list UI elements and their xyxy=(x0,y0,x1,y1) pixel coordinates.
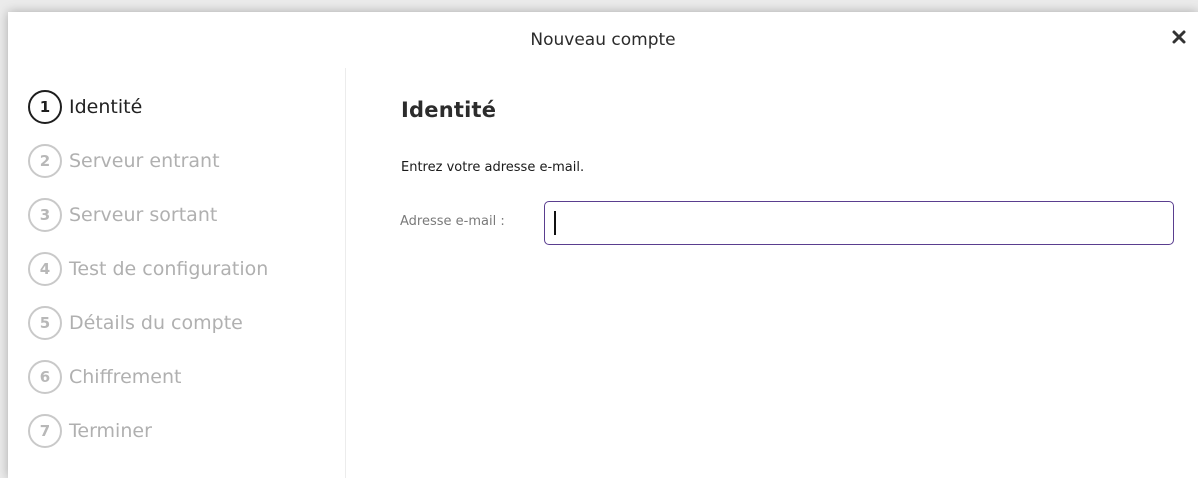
step-identite[interactable]: 1 Identité xyxy=(28,87,142,127)
text-caret xyxy=(554,211,556,235)
step-label: Détails du compte xyxy=(69,312,243,334)
instruction-text: Entrez votre adresse e-mail. xyxy=(401,160,585,175)
email-input[interactable] xyxy=(544,201,1174,245)
step-number-badge: 2 xyxy=(28,144,62,178)
identity-panel: Identité Entrez votre adresse e-mail. Ad… xyxy=(346,68,1198,478)
step-label: Terminer xyxy=(69,420,152,442)
step-chiffrement[interactable]: 6 Chiffrement xyxy=(28,357,181,397)
step-label: Serveur entrant xyxy=(69,150,220,172)
step-terminer[interactable]: 7 Terminer xyxy=(28,411,152,451)
step-number-badge: 7 xyxy=(28,414,62,448)
close-button[interactable] xyxy=(1166,24,1192,50)
step-number-badge: 3 xyxy=(28,198,62,232)
step-number-badge: 6 xyxy=(28,360,62,394)
step-serveur-entrant[interactable]: 2 Serveur entrant xyxy=(28,141,220,181)
step-number-badge: 4 xyxy=(28,252,62,286)
step-number-badge: 1 xyxy=(28,90,62,124)
page-title: Identité xyxy=(401,98,497,122)
close-icon xyxy=(1172,30,1186,44)
steps-sidebar: 1 Identité 2 Serveur entrant 3 Serveur s… xyxy=(8,68,346,478)
step-number-badge: 5 xyxy=(28,306,62,340)
step-test-configuration[interactable]: 4 Test de configuration xyxy=(28,249,268,289)
step-serveur-sortant[interactable]: 3 Serveur sortant xyxy=(28,195,217,235)
new-account-dialog: Nouveau compte 1 Identité 2 Serveur entr… xyxy=(8,12,1198,478)
step-label: Test de configuration xyxy=(69,258,269,280)
step-details-compte[interactable]: 5 Détails du compte xyxy=(28,303,243,343)
step-label: Chiffrement xyxy=(69,366,182,388)
dialog-title: Nouveau compte xyxy=(530,30,676,50)
dialog-titlebar: Nouveau compte xyxy=(8,12,1198,68)
step-label: Identité xyxy=(69,96,143,118)
step-label: Serveur sortant xyxy=(69,204,218,226)
email-label: Adresse e-mail : xyxy=(400,214,505,229)
